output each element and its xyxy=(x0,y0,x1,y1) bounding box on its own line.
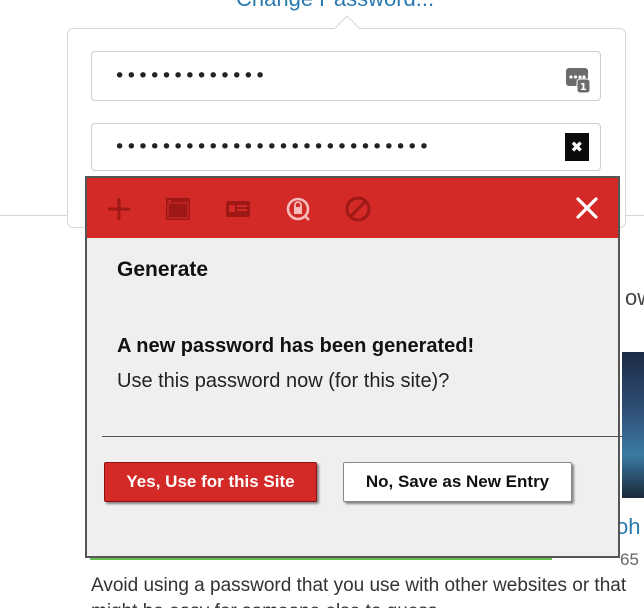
side-meta-partial: 65 xyxy=(620,550,639,569)
clear-field-icon[interactable]: ✖ xyxy=(565,133,589,161)
use-for-site-button[interactable]: Yes, Use for this Site xyxy=(104,462,317,502)
svg-text:1: 1 xyxy=(580,82,587,93)
screen: Change Password... ••••••••••••• 1 •••••… xyxy=(0,0,644,608)
new-password-value: ••••••••••••••••••••••••••• xyxy=(114,136,431,158)
dialog-toolbar xyxy=(87,178,618,238)
close-icon[interactable] xyxy=(574,195,600,221)
disable-icon[interactable] xyxy=(344,195,372,223)
dialog-title: Generate xyxy=(117,258,209,281)
keepass-field-icon[interactable]: 1 xyxy=(566,64,591,94)
card-icon[interactable] xyxy=(224,195,252,223)
dialog-message-heading: A new password has been generated! xyxy=(117,335,475,357)
change-password-link[interactable]: Change Password... xyxy=(236,0,434,12)
generate-password-dialog: Generate A new password has been generat… xyxy=(85,176,622,558)
current-password-field[interactable]: ••••••••••••• 1 xyxy=(91,51,601,101)
dialog-message-body: Use this password now (for this site)? xyxy=(117,370,450,392)
password-generator-icon[interactable] xyxy=(284,195,312,223)
side-text-partial: ow xyxy=(625,285,644,310)
current-password-value: ••••••••••••• xyxy=(114,65,267,87)
side-phone-image xyxy=(622,352,644,498)
add-icon[interactable] xyxy=(105,195,133,223)
dialog-divider xyxy=(102,436,622,437)
password-advice-text: Avoid using a password that you use with… xyxy=(91,575,627,608)
save-as-new-entry-button[interactable]: No, Save as New Entry xyxy=(343,462,572,502)
window-icon[interactable] xyxy=(164,195,192,223)
new-password-field[interactable]: ••••••••••••••••••••••••••• ✖ xyxy=(91,123,601,171)
